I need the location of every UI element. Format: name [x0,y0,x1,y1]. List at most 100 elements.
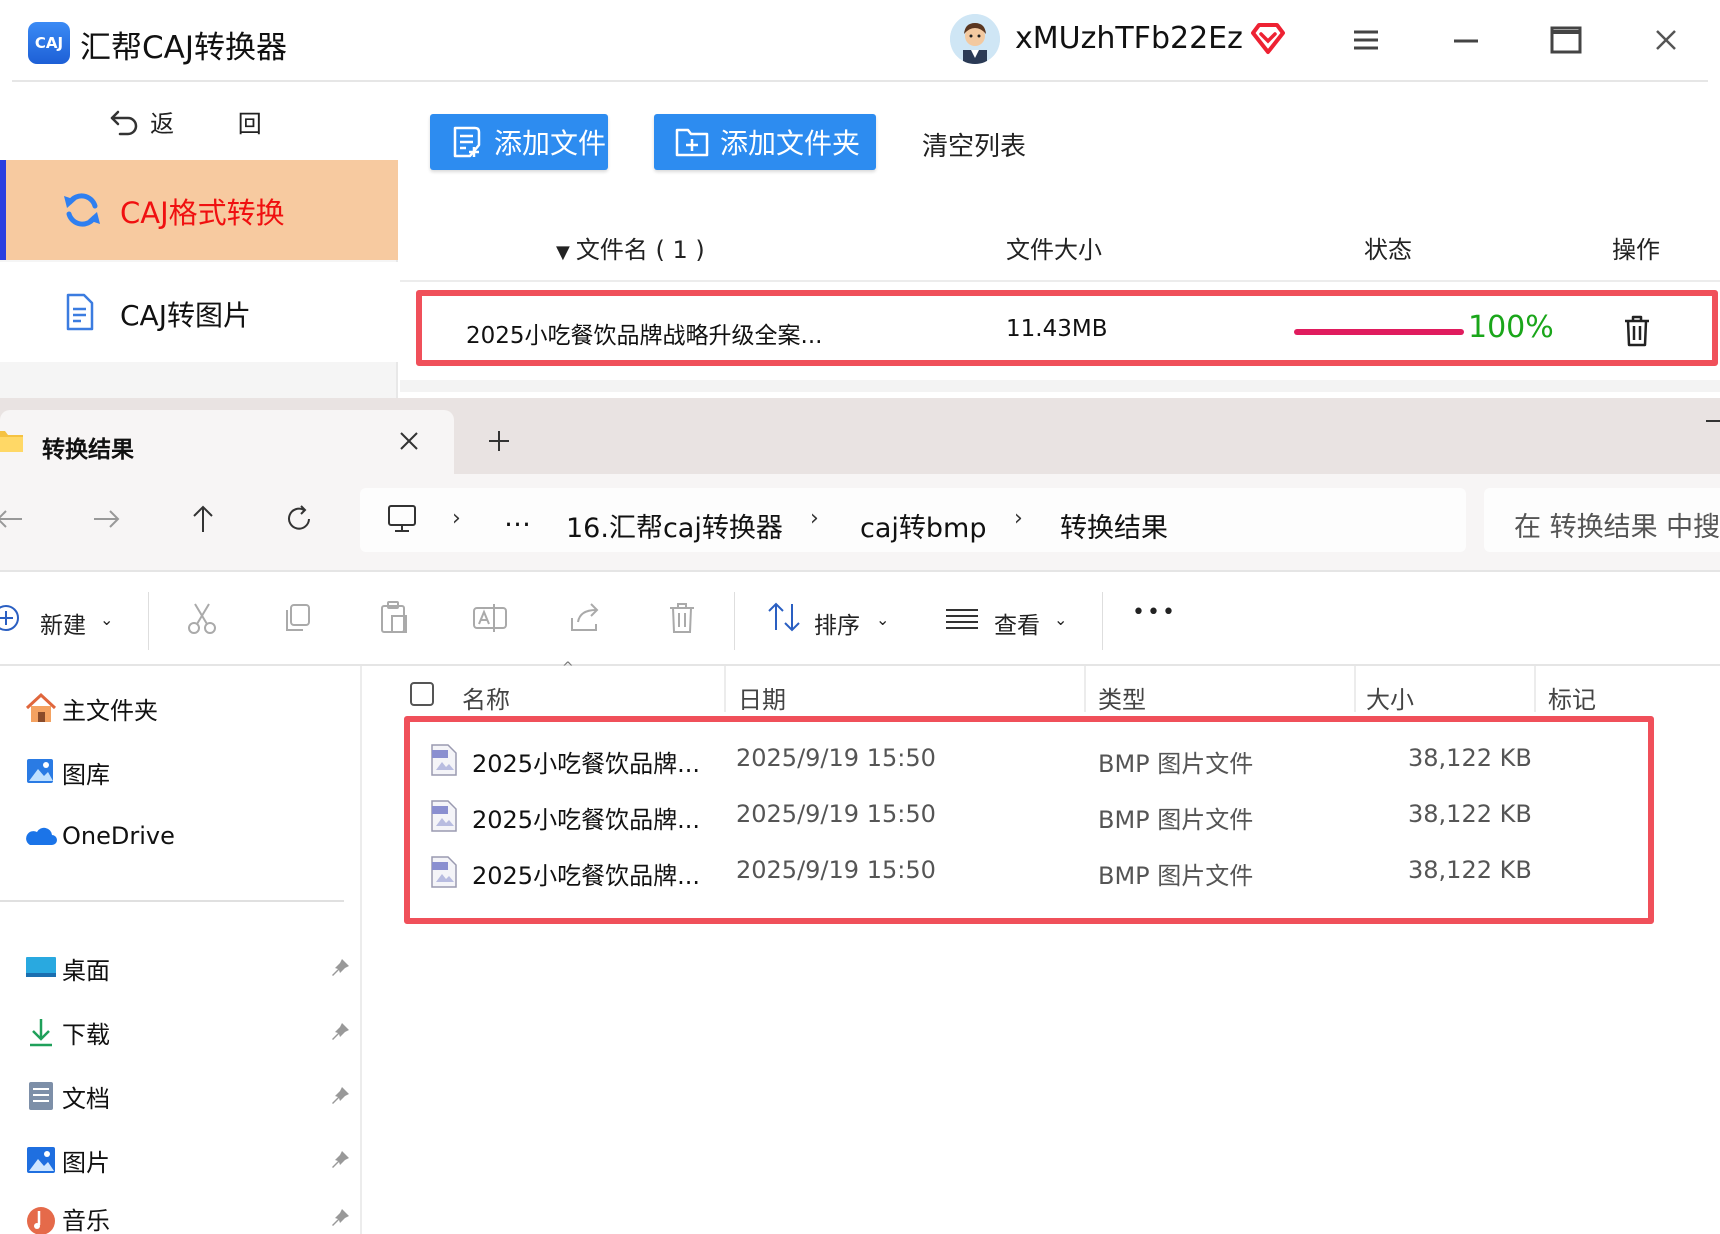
list-item[interactable]: 2025小吃餐饮品牌... 2025/9/19 15:50 BMP 图片文件 3… [362,730,1720,786]
column-header-name[interactable]: 名称 [462,680,510,715]
content-footer [400,380,1720,392]
column-divider [724,666,726,712]
file-name: 2025小吃餐饮品牌... [472,750,700,778]
folder-icon [0,431,23,452]
tab-close-icon[interactable] [398,430,420,452]
nav-item-pictures[interactable]: 图片 [24,1140,110,1180]
view-list-icon[interactable] [942,598,982,638]
gallery-icon [27,759,53,783]
app-logo-icon: CAJ [28,22,70,64]
chevron-down-icon[interactable]: ⌄ [1054,610,1067,629]
copy-icon[interactable] [278,598,318,638]
view-button[interactable]: 查看 [994,606,1040,640]
list-item[interactable]: 2025小吃餐饮品牌... 2025/9/19 15:50 BMP 图片文件 3… [362,786,1720,842]
app-title: 汇帮CAJ转换器 [80,30,287,66]
vip-diamond-icon[interactable] [1250,20,1286,56]
column-header-size: 文件大小 [1006,236,1102,264]
sort-down-icon: ▼ [556,242,570,263]
sidebar-item-caj-image[interactable]: CAJ转图片 [0,262,398,362]
maximize-icon[interactable] [1546,20,1586,60]
cloud-icon [26,827,57,845]
pin-icon[interactable] [328,1206,352,1230]
menu-icon[interactable] [1346,20,1386,60]
delete-icon[interactable] [662,598,702,638]
document-icon [66,293,94,331]
paste-icon[interactable] [374,598,414,638]
new-button[interactable]: 新建 [40,606,86,640]
add-folder-icon [675,128,709,157]
nav-item-label: OneDrive [62,822,175,850]
file-type: BMP 图片文件 [1098,806,1254,834]
list-item[interactable]: 2025小吃餐饮品牌... 2025/9/19 15:50 BMP 图片文件 3… [362,842,1720,898]
nav-item-documents[interactable]: 文档 [24,1076,110,1116]
forward-arrow-icon[interactable] [90,502,124,536]
column-header-label: 文件名 ( 1 ) [575,236,705,264]
pin-icon[interactable] [328,1084,352,1108]
file-list: ^ 名称 日期 类型 大小 标记 2025小吃餐饮品牌... 2025/9/19… [362,660,1720,1234]
pin-icon[interactable] [328,1020,352,1044]
search-placeholder: 在 转换结果 中搜 [1514,512,1720,543]
document-icon [29,1082,53,1110]
pin-icon[interactable] [328,956,352,980]
sidebar-item-caj-format[interactable]: CAJ格式转换 [0,160,398,260]
file-size: 38,122 KB [1408,800,1532,828]
column-header-size[interactable]: 大小 [1366,680,1414,715]
minimize-icon[interactable] [1446,20,1486,60]
breadcrumb-separator-icon: › [452,506,461,531]
minimize-icon[interactable] [1706,420,1720,422]
nav-item-label: 下载 [62,1020,110,1049]
file-date: 2025/9/19 15:50 [736,800,936,828]
column-header-type[interactable]: 类型 [1098,680,1146,715]
up-arrow-icon[interactable] [186,502,220,536]
delete-icon[interactable] [1622,314,1652,348]
sort-button[interactable]: 排序 [814,606,860,640]
cut-icon[interactable] [182,598,222,638]
new-tab-icon[interactable] [486,428,512,454]
pin-icon[interactable] [328,1148,352,1172]
nav-item-gallery[interactable]: 图库 [24,752,110,792]
nav-item-desktop[interactable]: 桌面 [24,948,110,988]
add-folder-button[interactable]: 添加文件夹 [654,114,876,170]
desktop-icon [26,957,56,977]
nav-item-onedrive[interactable]: OneDrive [24,816,175,856]
clear-list-button[interactable]: 清空列表 [922,126,1026,163]
column-header-filename[interactable]: ▼ 文件名 ( 1 ) [556,230,705,265]
chevron-down-icon[interactable]: ⌄ [100,610,113,629]
column-header-tag[interactable]: 标记 [1548,680,1596,715]
back-button[interactable]: 返 回 [0,82,398,160]
file-date: 2025/9/19 15:50 [736,744,936,772]
address-bar-row: › … 16.汇帮caj转换器 › caj转bmp › 转换结果 在 转换结果 … [0,474,1720,570]
refresh-icon[interactable] [282,502,316,536]
close-icon[interactable] [1646,20,1686,60]
back-arrow-icon[interactable] [0,502,28,536]
app-logo-text: CAJ [34,34,64,52]
new-plus-icon[interactable] [0,598,32,638]
file-size: 38,122 KB [1408,856,1532,884]
column-header-action: 操作 [1612,236,1660,264]
sort-icon[interactable] [764,598,804,638]
nav-item-downloads[interactable]: 下载 [24,1012,110,1052]
column-header-date[interactable]: 日期 [738,680,786,715]
add-folder-label: 添加文件夹 [720,127,861,160]
rename-icon[interactable] [470,598,510,638]
toolbar-divider [734,592,735,650]
back-label: 返 回 [150,109,290,138]
nav-item-music[interactable]: 音乐 [24,1198,110,1234]
breadcrumb-item[interactable]: 转换结果 [1060,506,1168,545]
select-all-checkbox[interactable] [410,682,434,706]
main-content: 添加文件 添加文件夹 清空列表 ▼ 文件名 ( 1 ) 文件大小 状态 操作 20… [400,82,1720,398]
breadcrumb-ellipsis[interactable]: … [504,502,531,533]
breadcrumb-item[interactable]: caj转bmp [860,506,986,545]
file-type: BMP 图片文件 [1098,862,1254,890]
breadcrumb-item[interactable]: 16.汇帮caj转换器 [566,506,783,545]
share-icon[interactable] [566,598,606,638]
computer-icon[interactable] [386,504,418,538]
column-header-status: 状态 [1364,236,1412,264]
file-name: 2025小吃餐饮品牌... [472,862,700,890]
avatar[interactable] [950,14,1000,64]
more-options-icon[interactable]: ••• [1132,600,1177,625]
sidebar-item-label: CAJ转图片 [120,299,251,332]
add-file-button[interactable]: 添加文件 [430,114,608,170]
chevron-down-icon[interactable]: ⌄ [876,610,889,629]
nav-item-home[interactable]: 主文件夹 [24,688,158,728]
